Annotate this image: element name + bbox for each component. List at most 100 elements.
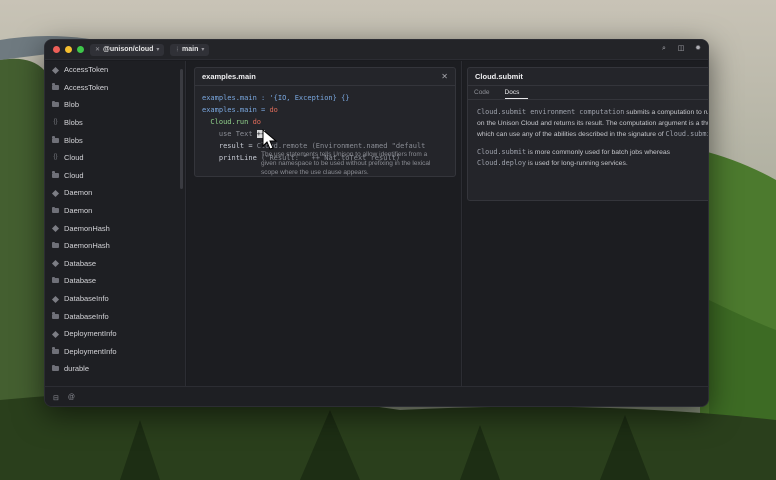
keyword-do: do [252,118,262,126]
main-left-pane: examples.main ✕ examples.main : '{IO, Ex… [187,61,462,386]
sidebar-item-label: durable [64,364,90,374]
sidebar-item[interactable]: Database [45,255,185,273]
term-icon [51,225,60,233]
code-line-3: Cloud.run [202,118,253,126]
folder-icon [52,241,59,249]
app-window: ✕ @unison/cloud ▾ ᚿ main ▾ ⌕ ◫ ✹ AccessT… [44,39,709,407]
sidebar-item[interactable]: durable [45,360,185,378]
sidebar-item[interactable]: DaemonHash [45,219,185,237]
code-line-6: printLine [202,154,262,162]
sidebar-item-label: Daemon [64,188,93,198]
gear-icon[interactable]: ✹ [694,45,702,53]
sidebar-item-label: Database [64,258,97,268]
keyword-do: do [269,106,278,114]
project-icon: ✕ [95,47,101,53]
zoom-window-button[interactable] [77,46,84,53]
sidebar-item[interactable]: DatabaseInfo [45,290,185,308]
sidebar-item-label: DatabaseInfo [64,311,109,321]
search-icon[interactable]: ⌕ [660,45,668,53]
close-icon[interactable]: ✕ [441,72,448,81]
project-switcher[interactable]: ✕ @unison/cloud ▾ [90,43,165,56]
at-icon[interactable]: @ [68,394,75,401]
sidebar-item-label: DeploymentInfo [64,329,117,339]
folder-icon [52,276,59,284]
folder-icon [52,347,59,354]
term-icon [51,260,60,268]
sidebar-item[interactable]: Daemon [45,184,185,202]
close-window-button[interactable] [53,46,60,53]
docs-content: Cloud.submit environment computation sub… [468,100,708,183]
sidebar-item-label: DaemonHash [64,241,110,251]
ability-icon: {} [53,119,58,126]
panel-toggle-icon[interactable]: ⊟ [53,394,59,402]
folder-icon [52,312,59,319]
folder-icon [52,136,59,143]
tab-docs[interactable]: Docs [504,86,529,99]
sidebar-item[interactable]: Blobs [45,131,185,149]
inline-code[interactable]: Cloud.deploy [477,159,526,167]
branch-switcher[interactable]: ᚿ main ▾ [170,43,210,56]
sidebar-item-label: DatabaseInfo [64,294,109,304]
sidebar-scrollbar[interactable] [180,69,183,189]
inline-code[interactable]: Cloud.submit [477,148,526,156]
sidebar-item[interactable]: Blob [45,96,185,114]
sidebar-item[interactable]: AccessToken [45,61,185,79]
docs-paragraph: Cloud.submit environment computation sub… [477,107,708,141]
code-line-2: examples.main = [202,106,270,114]
hover-tooltip: The use statements tells Unison to allow… [261,151,431,176]
panel-tabs: Code Docs [468,86,708,100]
tab-code[interactable]: Code [474,86,499,99]
bottom-bar: ⊟ @ [45,386,708,406]
folder-icon [52,171,59,178]
sidebar-item[interactable]: {} Blobs [45,114,185,132]
code-line-5-expr: Cloud.remote (Environment.named "default [256,142,426,150]
term-icon [51,295,60,303]
inline-code[interactable]: Cloud.submit environment computation [477,108,624,116]
docs-text: is used for long-running services. [526,160,628,167]
sidebar-item-label: DeploymentInfo [64,346,117,356]
panel-title: Cloud.submit [475,72,523,81]
sidebar: AccessToken AccessToken Blob{} Blobs Blobs{}… [45,61,186,386]
sidebar-item[interactable]: {} Cloud [45,149,185,167]
minimize-window-button[interactable] [65,46,72,53]
titlebar: ✕ @unison/cloud ▾ ᚿ main ▾ ⌕ ◫ ✹ [45,40,708,60]
sidebar-item-label: Cloud [64,153,84,163]
sidebar-list: AccessToken AccessToken Blob{} Blobs Blobs{}… [45,61,185,378]
sidebar-item[interactable]: Cloud [45,167,185,185]
code-line-1: examples.main : '{IO, Exception} {} [202,94,350,102]
code-line-5: result = [202,142,257,150]
sidebar-item-label: Blobs [64,135,83,145]
sidebar-item-label: Database [64,276,97,286]
sidebar-item[interactable]: DeploymentInfo [45,325,185,343]
folder-icon [52,364,59,372]
sidebar-item-label: Blob [64,100,80,110]
chevron-down-icon: ▾ [201,47,205,53]
folder-icon [52,100,59,108]
sidebar-item[interactable]: DatabaseInfo [45,307,185,325]
sidebar-item[interactable]: Daemon [45,202,185,220]
docs-paragraph: Cloud.submit is more commonly used for b… [477,147,708,170]
sidebar-item-label: DaemonHash [64,223,110,233]
term-icon [51,189,60,197]
inline-code[interactable]: Cloud.submit [666,130,708,138]
docs-text: is more commonly used for batch jobs whe… [526,148,671,156]
term-icon [51,330,60,338]
branch-name: main [182,46,199,53]
sidebar-item[interactable]: AccessToken [45,79,185,97]
sidebar-item-label: AccessToken [64,65,109,75]
window-controls [53,46,84,53]
ability-icon: {} [53,154,58,161]
sidebar-item-label: Cloud [64,170,84,180]
sidebar-item-label: Blobs [64,118,83,128]
split-view-icon[interactable]: ◫ [677,45,685,53]
sidebar-item-label: AccessToken [64,82,109,92]
sidebar-item[interactable]: DeploymentInfo [45,343,185,361]
sidebar-item-label: Daemon [64,206,93,216]
code-line-4[interactable]: use Text [202,130,257,138]
sidebar-item[interactable]: Database [45,272,185,290]
chevron-down-icon: ▾ [156,47,160,53]
folder-icon [52,206,59,214]
project-name: @unison/cloud [103,46,154,53]
sidebar-item[interactable]: DaemonHash [45,237,185,255]
folder-icon [52,83,59,90]
